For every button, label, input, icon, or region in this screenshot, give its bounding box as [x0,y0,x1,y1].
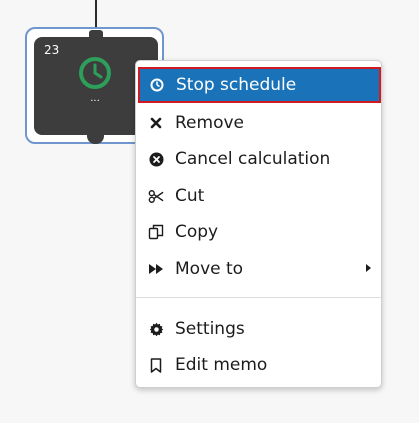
menu-item-copy[interactable]: Copy [136,214,381,250]
menu-item-label: Remove [175,113,244,133]
submenu-arrow-icon [366,264,371,272]
connector-line [95,0,97,28]
menu-item-label: Move to [175,259,244,279]
menu-item-settings[interactable]: Settings [136,311,381,347]
clock-icon [79,57,111,89]
menu-item-label: Edit memo [175,355,268,375]
bookmark-icon [148,357,164,373]
menu-item-move-to[interactable]: Move to [136,251,381,287]
workflow-canvas[interactable]: 23 ... Stop schedule Remove Cancel calcu… [0,0,419,423]
menu-item-label: Copy [175,222,219,242]
node-caption: ... [90,93,100,104]
menu-item-label: Cancel calculation [175,149,331,169]
clock-icon [149,77,165,93]
fast-forward-icon [148,261,164,277]
menu-item-label: Cut [175,186,205,206]
close-icon [148,115,164,131]
menu-item-stop-schedule[interactable]: Stop schedule [138,67,381,103]
menu-item-label: Stop schedule [176,75,297,95]
gear-icon [148,321,164,337]
copy-icon [148,224,164,240]
menu-item-cut[interactable]: Cut [136,178,381,214]
menu-item-remove[interactable]: Remove [136,105,381,141]
menu-item-edit-memo[interactable]: Edit memo [136,347,381,383]
context-menu: Stop schedule Remove Cancel calculation [135,60,382,388]
menu-item-label: Settings [175,319,245,339]
menu-item-cancel-calculation[interactable]: Cancel calculation [136,141,381,177]
menu-separator [136,297,381,298]
node-number: 23 [44,43,60,57]
cancel-circle-icon [148,151,164,167]
scissors-icon [148,188,164,204]
